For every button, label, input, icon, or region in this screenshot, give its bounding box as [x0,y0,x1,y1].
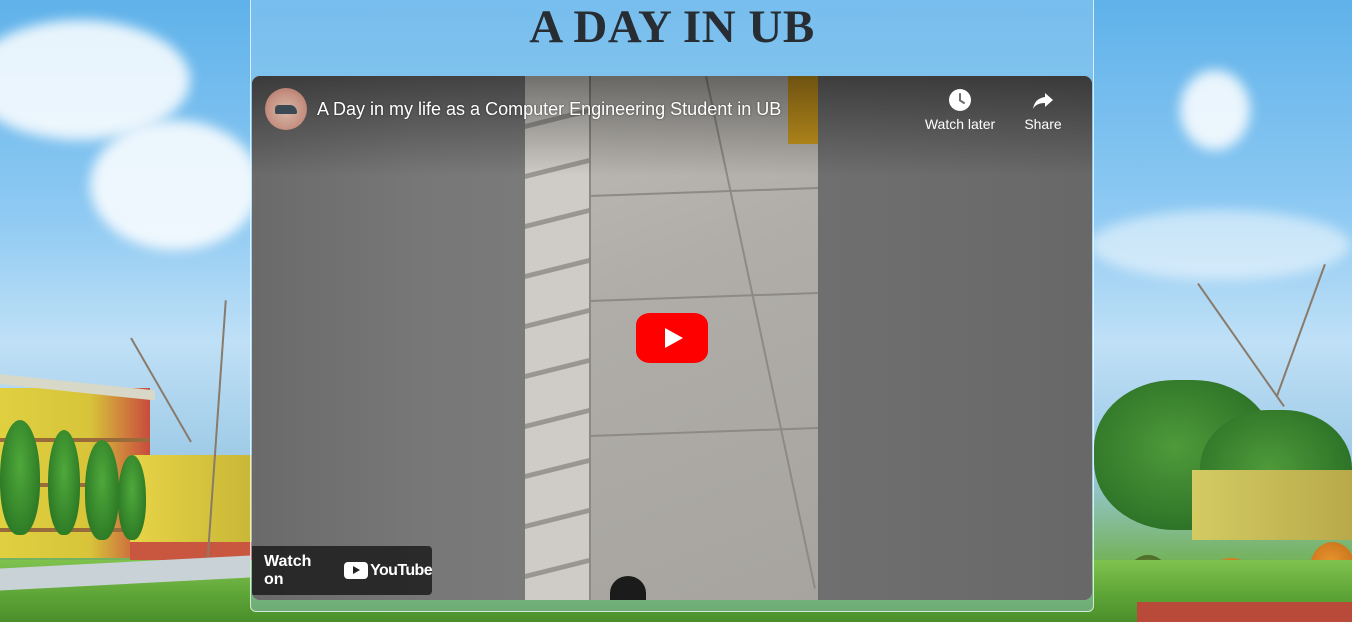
share-arrow-icon [1033,93,1053,109]
bare-tree-branch [1276,263,1326,397]
clock-icon [949,89,971,111]
youtube-logo-icon [344,562,369,579]
page-title: A DAY IN UB [529,1,815,53]
video-title[interactable]: A Day in my life as a Computer Engineeri… [317,98,781,120]
channel-avatar[interactable] [265,88,307,130]
play-icon [665,328,683,348]
page-background: A DAY IN UB A Day in my life as a Comput… [0,0,1352,622]
campus-building-rear [130,455,255,560]
right-building [1192,470,1352,540]
pine-tree [48,430,80,535]
watch-on-youtube-button[interactable]: Watch on YouTube [252,546,433,595]
pine-tree [118,455,146,540]
video-player[interactable]: A Day in my life as a Computer Engineeri… [252,76,1092,600]
pine-tree [0,420,40,535]
cloud [1090,210,1350,280]
share-label: Share [1024,116,1062,132]
watch-later-button[interactable]: Watch later [918,88,1002,133]
cloud [1180,70,1250,150]
red-wall [1137,602,1352,622]
youtube-logo: YouTube [344,561,433,580]
play-button[interactable] [636,313,708,363]
youtube-wordmark: YouTube [370,561,432,579]
pine-tree [85,440,119,540]
watch-on-label: Watch on [264,552,312,588]
cloud [90,120,260,250]
share-button[interactable]: Share [1018,88,1068,133]
watch-later-label: Watch later [924,116,996,132]
